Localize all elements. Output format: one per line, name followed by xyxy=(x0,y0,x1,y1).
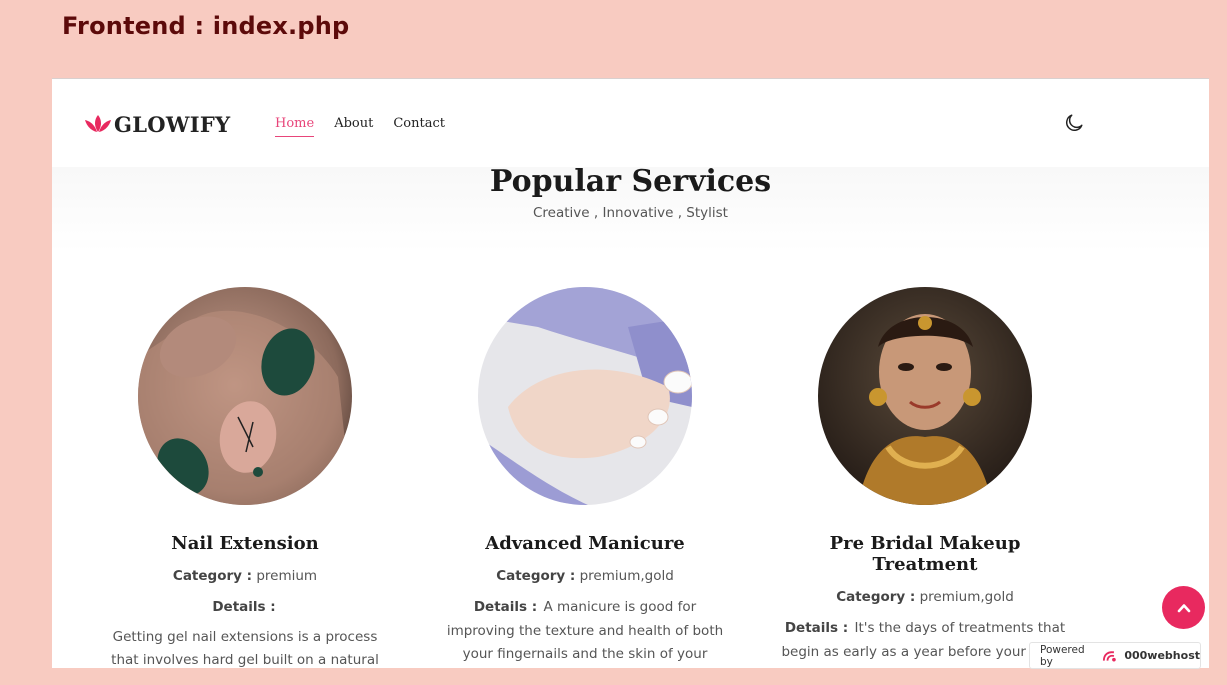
slide-title: Frontend : index.php xyxy=(62,12,350,40)
nails-photo xyxy=(138,287,352,505)
category-value: premium xyxy=(256,568,318,584)
service-category: Category : premium,gold xyxy=(775,589,1075,605)
nav-menu: Home About Contact xyxy=(275,116,445,137)
service-details: Details : Getting gel nail extensions is… xyxy=(95,596,395,668)
service-category: Category : premium xyxy=(95,568,395,584)
nav-contact[interactable]: Contact xyxy=(393,116,445,137)
service-title: Pre Bridal Makeup Treatment xyxy=(829,533,1021,575)
section-title: Popular Services xyxy=(489,164,772,199)
brand-link[interactable]: GLOWIFY xyxy=(84,109,230,139)
scroll-top-button[interactable] xyxy=(1162,586,1205,629)
service-title: Advanced Manicure xyxy=(485,533,685,554)
chevron-up-icon xyxy=(1177,603,1190,612)
nav-home[interactable]: Home xyxy=(275,116,315,137)
section-header: Popular Services Creative , Innovative ,… xyxy=(52,164,1209,252)
browser-viewport: GLOWIFY Home About Contact Popular Servi… xyxy=(52,78,1209,668)
details-text: Getting gel nail extensions is a process… xyxy=(111,628,379,669)
details-label: Details : xyxy=(784,620,849,636)
service-image-manicure xyxy=(478,287,692,505)
manicure-photo xyxy=(478,287,692,505)
category-value: premium,gold xyxy=(919,589,1014,605)
powered-by-badge[interactable]: Powered by 000webhost xyxy=(1029,642,1201,669)
service-image-nails xyxy=(138,287,352,505)
navbar: GLOWIFY Home About Contact xyxy=(52,79,1209,167)
powered-prefix: Powered by xyxy=(1040,643,1085,668)
details-label: Details : xyxy=(212,599,276,615)
details-label: Details : xyxy=(473,599,538,615)
nav-about[interactable]: About xyxy=(334,116,373,137)
moon-icon[interactable] xyxy=(1063,112,1085,134)
category-label: Category : xyxy=(496,568,576,584)
webhost-logo-icon xyxy=(1102,650,1116,662)
service-category: Category : premium,gold xyxy=(435,568,735,584)
service-details: Details : A manicure is good for improvi… xyxy=(435,596,735,668)
bridal-photo xyxy=(818,287,1032,505)
section-subtitle: Creative , Innovative , Stylist xyxy=(533,205,728,221)
category-label: Category : xyxy=(836,589,916,605)
powered-name: 000webhost xyxy=(1124,649,1200,662)
service-title: Nail Extension xyxy=(171,533,319,554)
category-value: premium,gold xyxy=(579,568,674,584)
category-label: Category : xyxy=(172,568,253,584)
brand-name: GLOWIFY xyxy=(114,111,231,137)
service-card-advanced-manicure[interactable]: Advanced Manicure Category : premium,gol… xyxy=(435,287,735,668)
lotus-icon xyxy=(85,115,111,132)
service-card-nail-extension[interactable]: Nail Extension Category : premium Detail… xyxy=(95,287,395,668)
service-image-bridal xyxy=(818,287,1032,505)
service-card-pre-bridal[interactable]: Pre Bridal Makeup Treatment Category : p… xyxy=(775,287,1075,668)
